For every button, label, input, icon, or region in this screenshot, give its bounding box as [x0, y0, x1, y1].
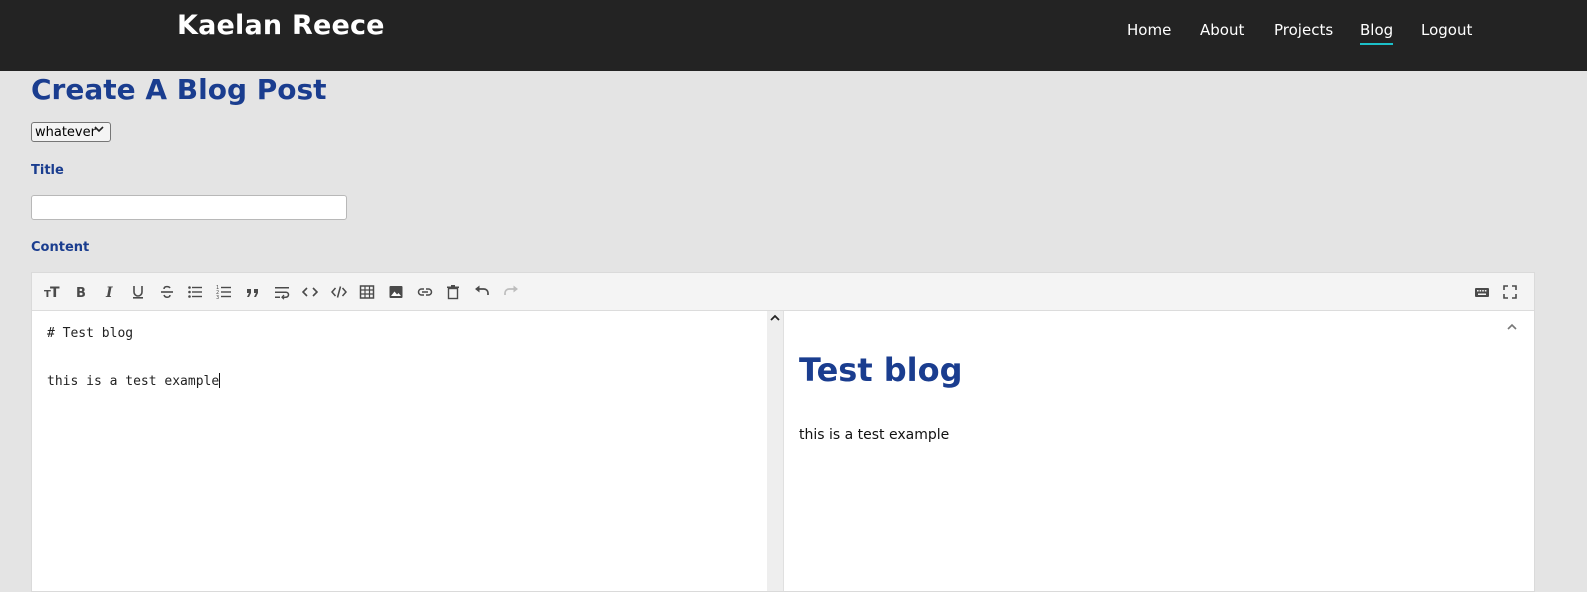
- svg-text:I: I: [105, 285, 113, 300]
- fullscreen-icon[interactable]: [1498, 280, 1522, 304]
- markdown-editor: TT B I 123 # Test blog this is a test ex…: [31, 272, 1535, 592]
- preview-heading: Test blog: [799, 351, 963, 389]
- title-label: Title: [31, 163, 64, 178]
- wrap-icon[interactable]: [270, 280, 294, 304]
- svg-text:B: B: [76, 286, 86, 300]
- editor-scrollbar[interactable]: [767, 311, 783, 591]
- text-cursor: [219, 373, 221, 388]
- svg-text:3: 3: [216, 295, 219, 300]
- top-navbar: Kaelan Reece Home About Projects Blog Lo…: [0, 0, 1587, 71]
- code-line-1[interactable]: # Test blog: [47, 326, 133, 341]
- heading-icon[interactable]: TT: [40, 280, 64, 304]
- underline-icon[interactable]: [126, 280, 150, 304]
- category-select[interactable]: whatever: [32, 123, 110, 141]
- preview-pane: Test blog this is a test example: [783, 311, 1534, 591]
- inline-code-icon[interactable]: [298, 280, 322, 304]
- nav-link-logout[interactable]: Logout: [1421, 21, 1472, 39]
- preview-paragraph: this is a test example: [799, 427, 950, 443]
- unordered-list-icon[interactable]: [183, 280, 207, 304]
- image-icon[interactable]: [384, 280, 408, 304]
- link-icon[interactable]: [413, 280, 437, 304]
- site-brand[interactable]: Kaelan Reece: [177, 10, 385, 41]
- chevron-up-icon[interactable]: [770, 313, 780, 326]
- keyboard-icon[interactable]: [1470, 280, 1494, 304]
- code-block-icon[interactable]: [327, 280, 351, 304]
- collapse-preview-icon[interactable]: [1506, 321, 1518, 337]
- undo-icon[interactable]: [470, 280, 494, 304]
- title-input[interactable]: [31, 195, 347, 220]
- redo-icon[interactable]: [499, 280, 523, 304]
- clear-icon[interactable]: [441, 280, 465, 304]
- markdown-input-pane[interactable]: # Test blog this is a test example: [32, 311, 767, 591]
- page-title: Create A Blog Post: [31, 73, 327, 106]
- nav-link-projects[interactable]: Projects: [1274, 21, 1333, 39]
- svg-text:T: T: [50, 285, 60, 300]
- code-line-3[interactable]: this is a test example: [47, 373, 221, 389]
- italic-icon[interactable]: I: [98, 280, 122, 304]
- nav-link-blog[interactable]: Blog: [1360, 21, 1394, 45]
- category-select-wrapper[interactable]: whatever: [31, 122, 111, 142]
- nav-link-about[interactable]: About: [1200, 21, 1244, 39]
- table-icon[interactable]: [355, 280, 379, 304]
- ordered-list-icon[interactable]: 123: [212, 280, 236, 304]
- quote-icon[interactable]: [241, 280, 265, 304]
- strikethrough-icon[interactable]: [155, 280, 179, 304]
- editor-toolbar: TT B I 123: [32, 273, 1534, 311]
- bold-icon[interactable]: B: [69, 280, 93, 304]
- code-line-3-text: this is a test example: [47, 374, 220, 389]
- content-label: Content: [31, 240, 90, 255]
- nav-link-home[interactable]: Home: [1127, 21, 1171, 39]
